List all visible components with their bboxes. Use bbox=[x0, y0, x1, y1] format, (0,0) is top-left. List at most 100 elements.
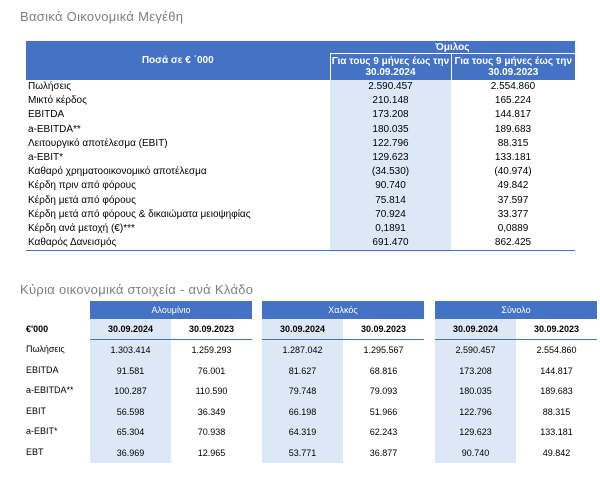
value-2023: 133.181 bbox=[540, 427, 573, 438]
value-2023: 76.001 bbox=[197, 365, 226, 376]
table-row: 1.287.042 1.295.567 bbox=[262, 339, 424, 361]
value-2024: 173.208 bbox=[330, 108, 451, 123]
date-2024-header: 30.09.2024 bbox=[90, 319, 171, 340]
date-2023-header: 30.09.2023 bbox=[171, 319, 253, 340]
value-2024: 0,1891 bbox=[330, 221, 451, 237]
value-2023: 144.817 bbox=[540, 365, 573, 376]
value-2024: 1.303.414 bbox=[90, 339, 171, 361]
segment-header-row: Αλουμίνιο bbox=[90, 301, 253, 319]
table-row: 173.208 144.817 bbox=[435, 360, 597, 381]
section-title-by-sector: Κύρια οικονομικά στοιχεία - ανά Κλάδο bbox=[20, 282, 254, 297]
segment-name: Αλουμίνιο bbox=[90, 301, 253, 319]
segment-table: Αλουμίνιο 30.09.2024 30.09.2023 1.303.414 1.… bbox=[90, 301, 253, 463]
table-row: 79.748 79.093 bbox=[262, 381, 424, 402]
value-2023: 79.093 bbox=[369, 386, 398, 397]
value-2024: 70.924 bbox=[330, 207, 451, 222]
value-2023: 144.817 bbox=[494, 109, 532, 121]
value-2023: 165.224 bbox=[494, 95, 532, 107]
value-2023: 2.554.860 bbox=[536, 345, 577, 356]
table-row: 81.627 68.816 bbox=[262, 360, 424, 381]
value-2024: 75.814 bbox=[330, 193, 451, 208]
value-2024: 210.148 bbox=[330, 94, 451, 109]
table-row: 65.304 70.938 bbox=[90, 422, 252, 443]
value-2024: 65.304 bbox=[90, 422, 171, 443]
label-row: EBITDA bbox=[26, 360, 86, 381]
table-row: 36.969 12.965 bbox=[90, 442, 252, 463]
value-2024: 100.287 bbox=[90, 381, 171, 402]
value-2024: 2.590.457 bbox=[435, 339, 516, 361]
label-row: Πωλήσεις bbox=[26, 339, 86, 360]
value-2023: 88.315 bbox=[542, 406, 571, 417]
value-2023: 189.683 bbox=[540, 386, 573, 397]
row-label: Κέρδη μετά από φόρους & δικαιώματα μειοψ… bbox=[28, 208, 251, 220]
row-label: Καθαρός Δανεισμός bbox=[26, 236, 330, 252]
segment-date-row: 30.09.2024 30.09.2023 bbox=[435, 319, 598, 340]
value-2023: 110.590 bbox=[195, 386, 228, 397]
table-row: Κέρδη ανά μετοχή (€)*** 0,1891 0,0889 bbox=[26, 221, 575, 237]
row-label: EBITDA bbox=[28, 109, 65, 121]
value-2024: 122.796 bbox=[330, 136, 451, 151]
value-2024: 129.623 bbox=[435, 422, 516, 443]
row-label: Καθαρό χρηματοοικονομικό αποτέλεσμα bbox=[28, 166, 207, 178]
table-row: Πωλήσεις 2.590.457 2.554.860 bbox=[26, 80, 575, 95]
value-2024: 1.287.042 bbox=[262, 339, 343, 361]
value-2024: 79.748 bbox=[262, 381, 343, 402]
label-spacer-row bbox=[26, 301, 86, 319]
value-2024: 91.581 bbox=[90, 360, 171, 381]
value-2023: 62.243 bbox=[369, 427, 398, 438]
segment-date-row: 30.09.2024 30.09.2023 bbox=[262, 319, 425, 340]
group-header: Όμιλος bbox=[330, 41, 575, 54]
row-label: Λειτουργικό αποτέλεσμα (EBIT) bbox=[28, 137, 168, 149]
table-row: Κέρδη μετά από φόρους 75.814 37.597 bbox=[26, 193, 575, 208]
table-row: 91.581 76.001 bbox=[90, 360, 252, 381]
value-2023: 862.425 bbox=[451, 236, 575, 252]
label-row: a-EBIT* bbox=[26, 421, 86, 442]
date-2024-header: 30.09.2024 bbox=[262, 319, 343, 340]
table-row: 56.598 36.349 bbox=[90, 401, 252, 422]
value-2023: 33.377 bbox=[497, 208, 529, 220]
group-financials-table: Ποσά σε € ΄000 Όμιλος Για τους 9 μήνες έ… bbox=[26, 41, 575, 252]
value-2023: 36.349 bbox=[197, 406, 226, 417]
segment-row-labels: €'000 Πωλήσεις EBITDA a-EBITDA** EBIT a-EBIT*… bbox=[26, 301, 86, 462]
value-2023: 0,0889 bbox=[497, 222, 529, 234]
value-2023: 88.315 bbox=[497, 137, 529, 149]
row-label: a-EBITDA** bbox=[28, 123, 81, 135]
segment-date-row: 30.09.2024 30.09.2023 bbox=[90, 319, 253, 340]
value-2024: 180.035 bbox=[435, 381, 516, 402]
row-label: Κέρδη μετά από φόρους bbox=[28, 194, 136, 206]
value-2023: 12.965 bbox=[197, 447, 226, 458]
value-2024: 53.771 bbox=[262, 442, 343, 463]
table-row: 66.198 51.966 bbox=[262, 401, 424, 422]
table-row: Καθαρό χρηματοοικονομικό αποτέλεσμα (34.5… bbox=[26, 165, 575, 180]
table-row: a-EBIT* 129.623 133.181 bbox=[26, 150, 575, 166]
segment-row-label: EBIT bbox=[26, 405, 47, 416]
table-row: Μικτό κέρδος 210.148 165.224 bbox=[26, 94, 575, 109]
value-2024: 64.319 bbox=[262, 422, 343, 443]
table-row: EBITDA 173.208 144.817 bbox=[26, 108, 575, 123]
value-2023: 70.938 bbox=[197, 427, 226, 438]
value-2023: 68.816 bbox=[369, 365, 398, 376]
value-2023: 49.842 bbox=[542, 447, 571, 458]
value-2024: 2.590.457 bbox=[330, 80, 451, 95]
value-2024: 129.623 bbox=[330, 150, 451, 166]
value-2023: (40.974) bbox=[494, 166, 532, 178]
section-title-main-figures: Βασικά Οικονομικά Μεγέθη bbox=[20, 9, 184, 24]
value-2023: 51.966 bbox=[369, 406, 398, 417]
value-2023: 2.554.860 bbox=[490, 81, 536, 93]
segment-header-row: Σύνολο bbox=[435, 301, 598, 319]
amounts-header: Ποσά σε € ΄000 bbox=[26, 41, 330, 80]
value-2023: 1.295.567 bbox=[363, 345, 404, 356]
segment-table: Χαλκός 30.09.2024 30.09.2023 1.287.042 1.295… bbox=[262, 301, 425, 463]
segment-table: Σύνολο 30.09.2024 30.09.2023 2.590.457 2.554… bbox=[435, 301, 598, 463]
segment-row-label: a-EBIT* bbox=[26, 426, 58, 437]
value-2023: 1.259.293 bbox=[191, 345, 232, 356]
table-row: 122.796 88.315 bbox=[435, 401, 597, 422]
segment-row-label: Πωλήσεις bbox=[26, 344, 65, 355]
table-row: Κέρδη πριν από φόρους 90.740 49.842 bbox=[26, 179, 575, 194]
value-2023: 133.181 bbox=[494, 152, 532, 164]
segment-row-label: EBITDA bbox=[26, 364, 59, 375]
label-row: EBIT bbox=[26, 401, 86, 422]
unit-row: €'000 bbox=[26, 319, 86, 339]
segment-row-label: EBT bbox=[26, 446, 44, 457]
value-2024: 81.627 bbox=[262, 360, 343, 381]
